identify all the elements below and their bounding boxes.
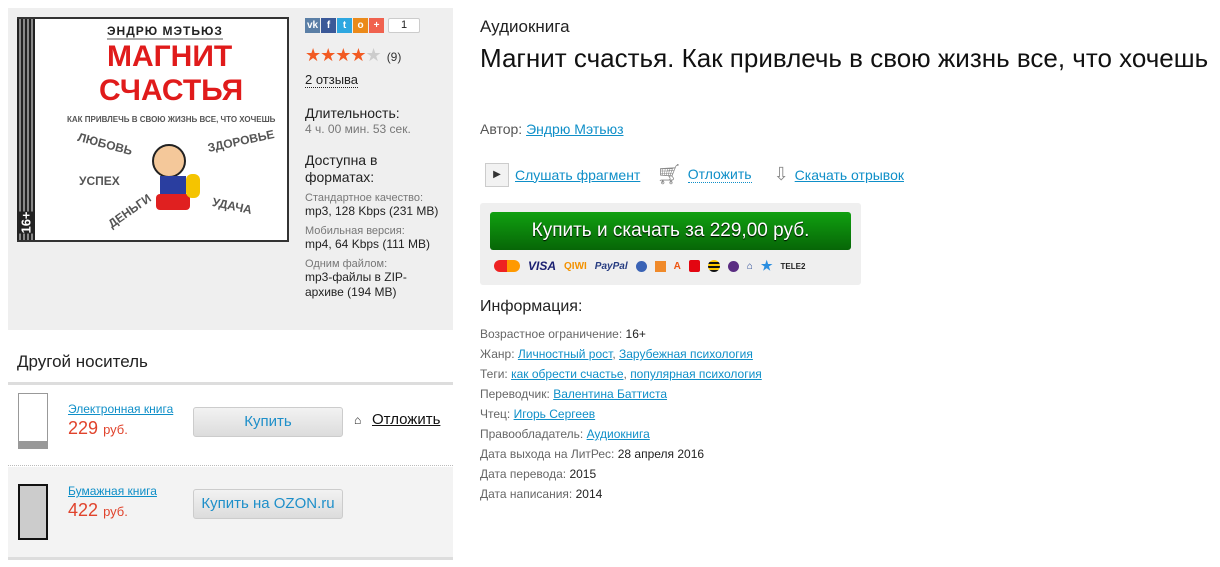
- mts-icon: [688, 260, 700, 272]
- vk-icon[interactable]: vk: [305, 18, 320, 34]
- format-label: Стандартное качество:: [305, 192, 424, 204]
- ebook-thumbnail: [18, 393, 48, 449]
- basket-icon: ⌂: [354, 413, 362, 427]
- reader-link[interactable]: Игорь Сергеев: [514, 407, 596, 421]
- buy-download-button[interactable]: Купить и скачать за 229,00 руб.: [490, 212, 851, 250]
- yandex-money-icon: [654, 260, 666, 272]
- format-label: Одним файлом:: [305, 258, 388, 270]
- twitter-icon[interactable]: t: [337, 18, 352, 34]
- info-written-date: Дата написания: 2014: [480, 487, 603, 501]
- buy-ebook-button[interactable]: Купить: [193, 407, 343, 437]
- author-link[interactable]: Эндрю Мэтьюз: [526, 121, 623, 137]
- facebook-icon[interactable]: f: [321, 18, 336, 34]
- cover-word: ЗДОРОВЬЕ: [206, 127, 276, 155]
- share-count: 1: [388, 18, 421, 34]
- rating-stars[interactable]: ★★★★★ (9): [305, 45, 445, 66]
- defer-link[interactable]: Отложить: [687, 166, 752, 183]
- book-type: Аудиокнига: [480, 17, 570, 36]
- beeline-icon: [707, 260, 720, 272]
- paperbook-thumbnail: [18, 484, 48, 540]
- tag-link[interactable]: популярная психология: [630, 367, 762, 381]
- genre-link[interactable]: Личностный рост: [518, 347, 612, 361]
- translator-link[interactable]: Валентина Баттиста: [553, 387, 667, 401]
- book-cover[interactable]: 16+ ЭНДРЮ МЭТЬЮЗ МАГНИТ СЧАСТЬЯ КАК ПРИВ…: [17, 17, 289, 242]
- book-meta: vk f t o +1 ★★★★★ (9) 2 отзыва Длительность: …: [305, 17, 445, 300]
- star-empty-icon: ★: [365, 45, 382, 65]
- page-title: Магнит счастья. Как привлечь в свою жизн…: [480, 43, 1209, 73]
- star-icon: ★★★★: [305, 45, 367, 65]
- cover-title-2: СЧАСТЬЯ: [99, 74, 244, 107]
- cover-word: УСПЕХ: [79, 174, 120, 188]
- duration-label: Длительность:: [305, 105, 400, 121]
- other-formats-title: Другой носитель: [17, 352, 148, 371]
- format-value: mp4, 64 Kbps (111 MB): [305, 237, 430, 251]
- genre-link[interactable]: Зарубежная психология: [619, 347, 753, 361]
- formats-label: Доступна в форматах:: [305, 152, 378, 185]
- bank-icon: ⌂: [746, 260, 753, 272]
- format-row-ebook: Электронная книга 229 руб. Купить ⌂ Отло…: [8, 385, 453, 466]
- download-link[interactable]: Скачать отрывок: [795, 167, 904, 183]
- tag-link[interactable]: как обрести счастье: [511, 367, 623, 381]
- rating-count: (9): [386, 50, 402, 64]
- format-row-paper: Бумажная книга 422 руб. Купить на OZON.r…: [8, 467, 453, 560]
- tele2-icon: TELE2: [780, 261, 806, 271]
- cover-subtitle: КАК ПРИВЛЕЧЬ В СВОЮ ЖИЗНЬ ВСЕ, ЧТО ХОЧЕШ…: [67, 115, 276, 124]
- age-badge: 16+: [18, 211, 34, 234]
- paperbook-price: 422 руб.: [68, 500, 128, 520]
- format-label: Мобильная версия:: [305, 225, 405, 237]
- paperbook-link[interactable]: Бумажная книга: [68, 484, 157, 498]
- cart-icon: 🛒︎: [656, 164, 682, 186]
- webmoney-icon: [635, 260, 647, 272]
- info-translation-date: Дата перевода: 2015: [480, 467, 597, 481]
- info-list: Возрастное ограничение: 16+ Жанр: Личнос…: [480, 324, 762, 504]
- defer-ebook-link[interactable]: Отложить: [372, 411, 440, 428]
- cover-word: ЛЮБОВЬ: [76, 129, 134, 159]
- cover-word: УДАЧА: [210, 194, 254, 218]
- info-release: Дата выхода на ЛитРес: 28 апреля 2016: [480, 447, 705, 461]
- info-age: Возрастное ограничение: 16+: [480, 327, 646, 341]
- format-value: mp3, 128 Kbps (231 MB): [305, 204, 439, 218]
- reviews-link[interactable]: 2 отзыва: [305, 72, 359, 88]
- cover-spine: [17, 19, 35, 240]
- info-genre: Жанр: Личностный рост, Зарубежная психол…: [480, 347, 753, 361]
- megafon-icon: [727, 260, 739, 272]
- alfa-bank-icon: A: [673, 260, 681, 272]
- buy-box: Купить и скачать за 229,00 руб. VISA QIW…: [480, 203, 861, 285]
- social-share: vk f t o +1: [305, 17, 445, 35]
- cover-author: ЭНДРЮ МЭТЬЮЗ: [107, 24, 223, 40]
- ebook-link[interactable]: Электронная книга: [68, 402, 173, 416]
- info-holder: Правообладатель: Аудиокнига: [480, 427, 650, 441]
- download-icon: ⇩: [773, 164, 789, 184]
- format-value: mp3-файлы в ZIP-архиве (194 MB): [305, 270, 407, 299]
- duration-value: 4 ч. 00 мин. 53 сек.: [305, 122, 411, 136]
- author-line: Автор: Эндрю Мэтьюз: [480, 121, 624, 137]
- odnoklassniki-icon[interactable]: o: [353, 18, 368, 34]
- info-title: Информация:: [480, 298, 583, 315]
- paypal-icon: PayPal: [594, 260, 628, 272]
- ebook-price: 229 руб.: [68, 418, 128, 438]
- holder-link[interactable]: Аудиокнига: [587, 427, 650, 441]
- star-payment-icon: ★: [760, 258, 773, 273]
- actions-bar: ▶ Слушать фрагмент 🛒︎ Отложить ⇩ Скачать…: [485, 162, 904, 187]
- listen-link[interactable]: Слушать фрагмент: [515, 167, 640, 183]
- info-translator: Переводчик: Валентина Баттиста: [480, 387, 668, 401]
- payment-methods: VISA QIWI PayPal A ⌂ ★ TELE2: [494, 258, 805, 274]
- plus-share-icon[interactable]: +: [369, 18, 384, 34]
- info-tags: Теги: как обрести счастье, популярная пс…: [480, 367, 762, 381]
- buy-ozon-button[interactable]: Купить на OZON.ru: [193, 489, 343, 519]
- cover-title-1: МАГНИТ: [107, 40, 233, 73]
- qiwi-icon: QIWI: [564, 260, 587, 272]
- cover-character-image: [142, 134, 202, 214]
- mastercard-icon: [494, 260, 520, 272]
- play-icon[interactable]: ▶: [485, 162, 509, 187]
- info-reader: Чтец: Игорь Сергеев: [480, 407, 596, 421]
- visa-icon: VISA: [528, 259, 557, 273]
